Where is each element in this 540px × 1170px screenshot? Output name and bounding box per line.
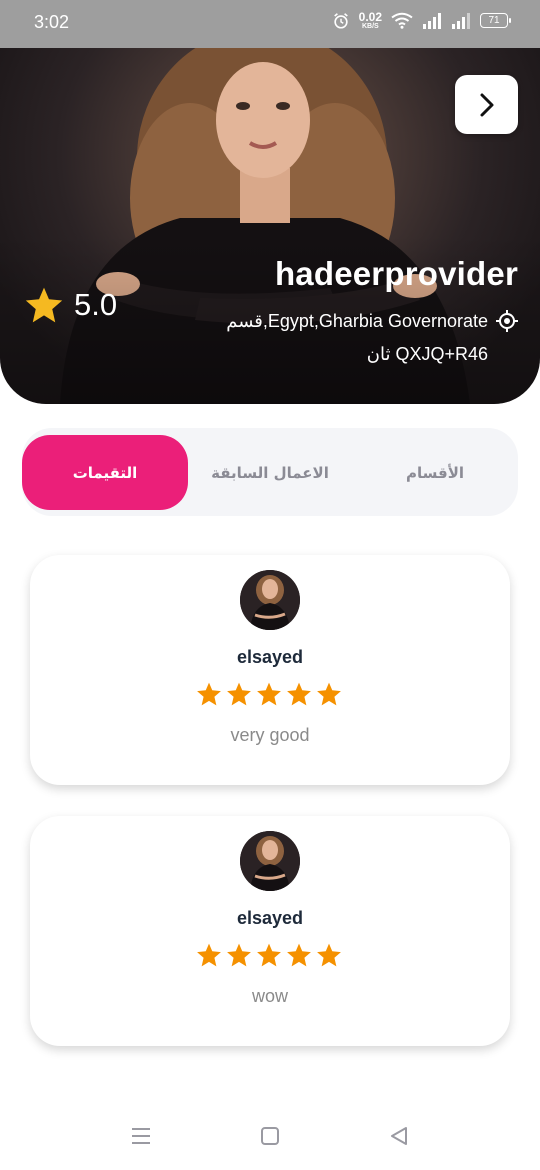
home-square-icon[interactable] (258, 1124, 282, 1148)
signal-icon (423, 12, 441, 29)
battery-level: 71 (488, 15, 500, 26)
star-rating (196, 681, 346, 707)
reviewer-name: elsayed (236, 908, 304, 928)
reviewer-name: elsayed (236, 647, 304, 667)
review-comment: wow (251, 986, 288, 1006)
star-icon (257, 943, 281, 967)
star-icon (287, 682, 311, 706)
network-speed-value: 0.02 (358, 10, 382, 24)
location-row: قسم,Egypt,Gharbia Governorate (226, 310, 518, 332)
avatar (240, 570, 300, 630)
tab-bar: الأقسام الاعمال السابقة التقيمات (22, 428, 518, 516)
status-time: 3:02 (34, 12, 70, 32)
location-target-icon (496, 310, 518, 332)
star-icon (287, 943, 311, 967)
forward-button[interactable] (455, 75, 518, 134)
rating-value: 5.0 (74, 287, 118, 322)
star-icon (197, 682, 221, 706)
back-triangle-icon[interactable] (387, 1124, 411, 1148)
review-card: elsayed very good (30, 555, 510, 785)
star-icon (227, 682, 251, 706)
location-text: قسم,Egypt,Gharbia Governorate (226, 310, 488, 331)
menu-icon[interactable] (129, 1124, 153, 1148)
star-rating (196, 942, 346, 968)
network-speed: 0.02 KB/S (359, 11, 382, 30)
wifi-icon (391, 12, 413, 29)
status-icons: 0.02 KB/S 71 (332, 11, 511, 30)
rating-box: 5.0 (24, 286, 117, 324)
system-nav-bar (0, 1100, 540, 1170)
provider-name: hadeerprovider (274, 255, 518, 292)
review-card: elsayed wow (30, 816, 510, 1046)
avatar (240, 831, 300, 891)
chevron-right-icon (480, 93, 493, 116)
alarm-icon (333, 12, 348, 29)
star-icon (227, 943, 251, 967)
address-text: ثان QXJQ+R46 (366, 344, 488, 364)
tab-reviews[interactable]: التقيمات (22, 435, 188, 510)
star-icon (197, 943, 221, 967)
star-icon (317, 682, 341, 706)
tab-previous-work[interactable]: الاعمال السابقة (187, 435, 353, 510)
battery-icon: 71 (480, 13, 511, 28)
review-comment: very good (230, 725, 310, 745)
network-speed-unit: KB/S (361, 23, 379, 30)
star-icon (317, 943, 341, 967)
profile-header: hadeerprovider قسم,Egypt,Gharbia Governo… (0, 48, 540, 404)
star-icon (25, 287, 63, 323)
tab-sections[interactable]: الأقسام (352, 435, 518, 510)
signal-icon (452, 12, 470, 29)
status-bar: 3:02 0.02 KB/S 71 (0, 0, 540, 48)
star-icon (257, 682, 281, 706)
